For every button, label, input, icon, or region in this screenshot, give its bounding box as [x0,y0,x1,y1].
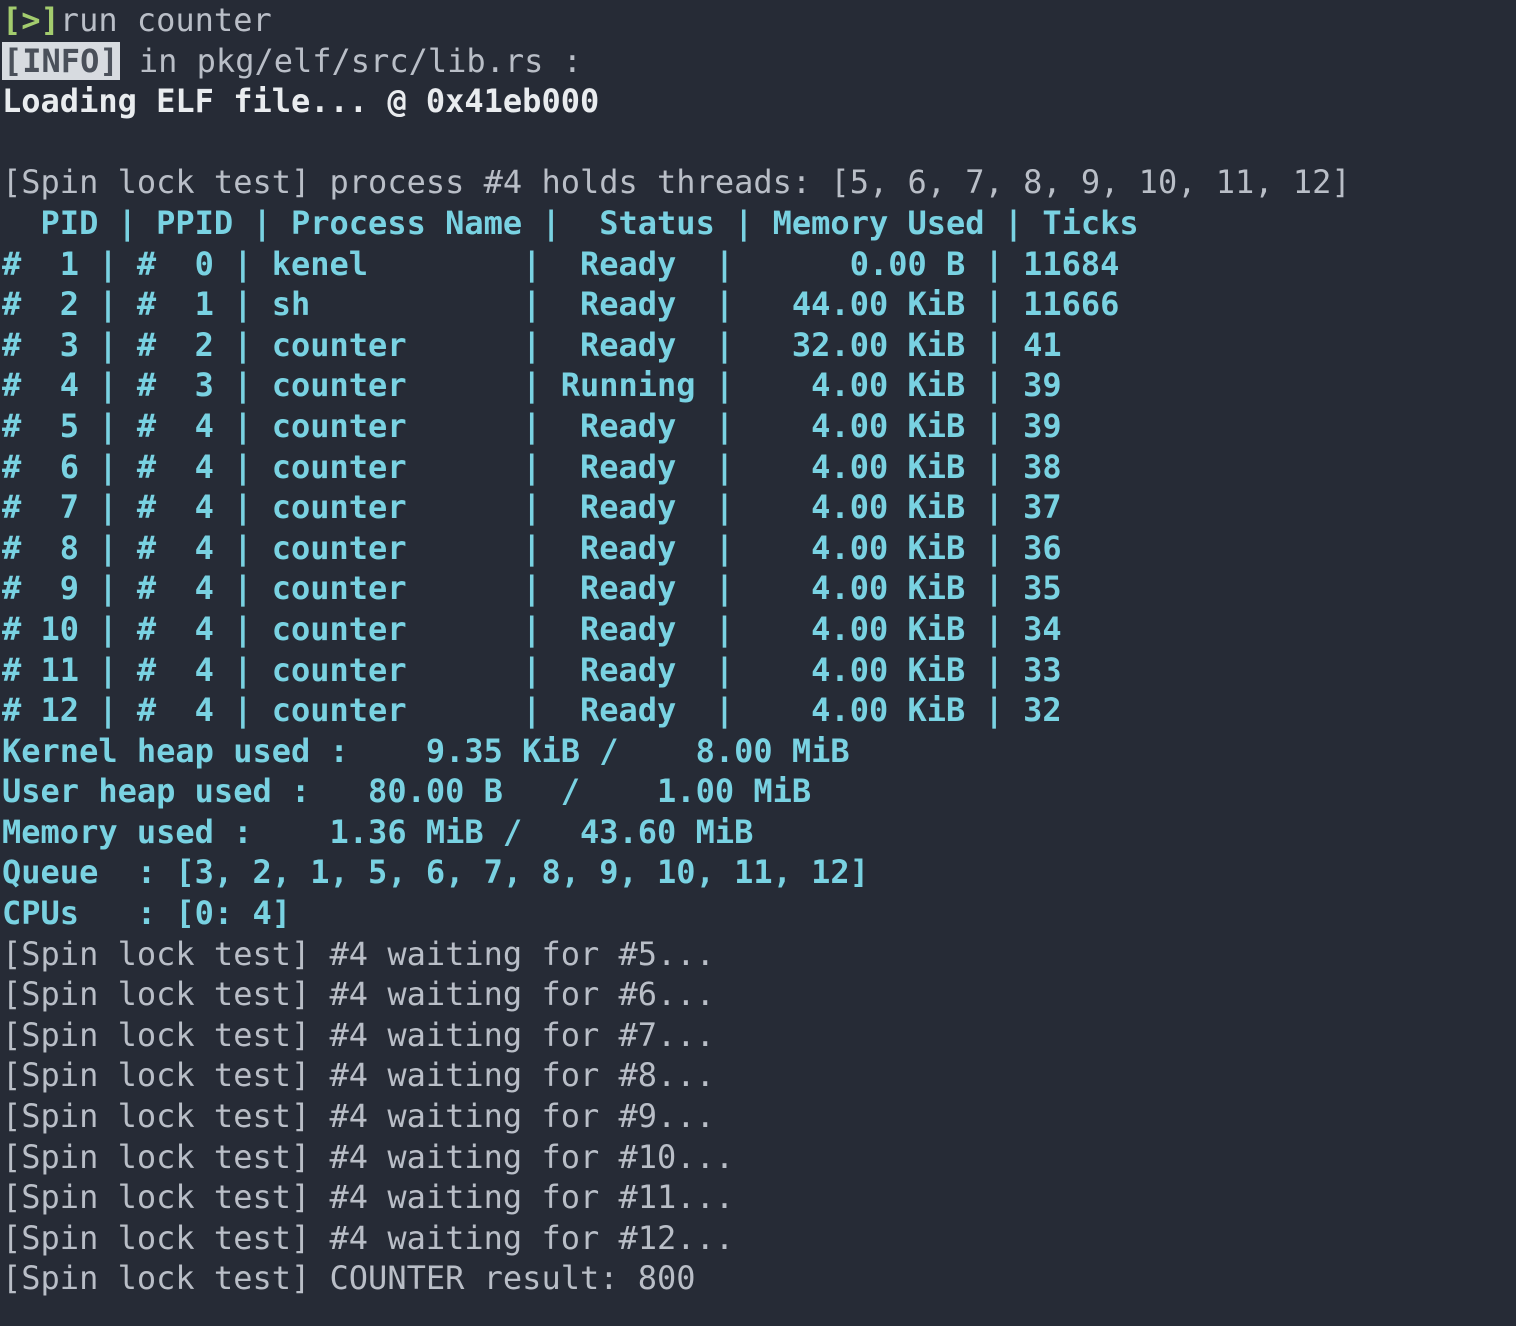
table-row[interactable]: # 12 | # 4 | counter | Ready | 4.00 KiB … [0,690,1516,731]
table-row-text: # 3 | # 2 | counter | Ready | 32.00 KiB … [2,325,1062,364]
prompt-command: run counter [59,1,272,39]
counter-result-text: [Spin lock test] COUNTER result: 800 [2,1259,696,1298]
log-location: in pkg/elf/src/lib.rs : [119,41,582,80]
list-item: [Spin lock test] #4 waiting for #9... [0,1096,1516,1137]
table-row-text: # 5 | # 4 | counter | Ready | 4.00 KiB |… [2,406,1062,445]
log-message: Loading ELF file... @ 0x41eb000 [2,82,600,121]
terminal-window[interactable]: [>]run counter [INFO] in pkg/elf/src/lib… [0,0,1516,1326]
spin-lock-output-text: [Spin lock test] #4 waiting for #12... [2,1218,735,1257]
memory-used-line: Memory used : 1.36 MiB / 43.60 MiB [0,812,1516,853]
user-heap-text: User heap used : 80.00 B / 1.00 MiB [2,772,812,811]
spin-lock-output-text: [Spin lock test] #4 waiting for #9... [2,1097,715,1136]
queue-line: Queue : [3, 2, 1, 5, 6, 7, 8, 9, 10, 11,… [0,852,1516,893]
spin-lock-header-text: [Spin lock test] process #4 holds thread… [2,163,1351,202]
cpus-text: CPUs : [0: 4] [2,894,291,933]
process-table-header-text: PID | PPID | Process Name | Status | Mem… [2,203,1139,242]
counter-result-line: [Spin lock test] COUNTER result: 800 [0,1258,1516,1299]
table-row[interactable]: # 8 | # 4 | counter | Ready | 4.00 KiB |… [0,528,1516,569]
table-row-text: # 2 | # 1 | sh | Ready | 44.00 KiB | 116… [2,285,1120,324]
user-heap-line: User heap used : 80.00 B / 1.00 MiB [0,771,1516,812]
spin-lock-output-text: [Spin lock test] #4 waiting for #6... [2,975,715,1014]
queue-text: Queue : [3, 2, 1, 5, 6, 7, 8, 9, 10, 11,… [2,853,869,892]
table-row-text: # 9 | # 4 | counter | Ready | 4.00 KiB |… [2,569,1062,608]
table-row-text: # 12 | # 4 | counter | Ready | 4.00 KiB … [2,691,1062,730]
table-row[interactable]: # 11 | # 4 | counter | Ready | 4.00 KiB … [0,650,1516,691]
table-row-text: # 1 | # 0 | kenel | Ready | 0.00 B | 116… [2,244,1120,283]
spin-lock-output-text: [Spin lock test] #4 waiting for #5... [2,934,715,973]
table-row-text: # 10 | # 4 | counter | Ready | 4.00 KiB … [2,609,1062,648]
spin-lock-header-line: [Spin lock test] process #4 holds thread… [0,162,1516,203]
table-row[interactable]: # 3 | # 2 | counter | Ready | 32.00 KiB … [0,325,1516,366]
table-row[interactable]: # 1 | # 0 | kenel | Ready | 0.00 B | 116… [0,244,1516,285]
list-item: [Spin lock test] #4 waiting for #8... [0,1055,1516,1096]
spin-lock-output-text: [Spin lock test] #4 waiting for #8... [2,1056,715,1095]
list-item: [Spin lock test] #4 waiting for #7... [0,1015,1516,1056]
table-row-text: # 6 | # 4 | counter | Ready | 4.00 KiB |… [2,447,1062,486]
spin-lock-output-text: [Spin lock test] #4 waiting for #11... [2,1178,735,1217]
process-table-header: PID | PPID | Process Name | Status | Mem… [0,203,1516,244]
table-row[interactable]: # 2 | # 1 | sh | Ready | 44.00 KiB | 116… [0,284,1516,325]
table-row-text: # 4 | # 3 | counter | Running | 4.00 KiB… [2,366,1062,405]
table-row-text: # 11 | # 4 | counter | Ready | 4.00 KiB … [2,650,1062,689]
list-item: [Spin lock test] #4 waiting for #12... [0,1218,1516,1259]
list-item: [Spin lock test] #4 waiting for #5... [0,934,1516,975]
spin-lock-output-text: [Spin lock test] #4 waiting for #7... [2,1015,715,1054]
log-level-badge: [INFO] [2,41,120,80]
prompt-marker: [>] [2,1,60,39]
spin-lock-output-text: [Spin lock test] #4 waiting for #10... [2,1137,735,1176]
kernel-heap-line: Kernel heap used : 9.35 KiB / 8.00 MiB [0,731,1516,772]
table-row[interactable]: # 7 | # 4 | counter | Ready | 4.00 KiB |… [0,487,1516,528]
table-row[interactable]: # 10 | # 4 | counter | Ready | 4.00 KiB … [0,609,1516,650]
prompt-line: [>]run counter [0,0,1516,41]
memory-used-text: Memory used : 1.36 MiB / 43.60 MiB [2,812,754,851]
table-row[interactable]: # 9 | # 4 | counter | Ready | 4.00 KiB |… [0,568,1516,609]
log-info-line: [INFO] in pkg/elf/src/lib.rs : [0,41,1516,82]
table-row[interactable]: # 4 | # 3 | counter | Running | 4.00 KiB… [0,365,1516,406]
list-item: [Spin lock test] #4 waiting for #6... [0,974,1516,1015]
list-item: [Spin lock test] #4 waiting for #10... [0,1137,1516,1178]
table-row[interactable]: # 6 | # 4 | counter | Ready | 4.00 KiB |… [0,447,1516,488]
table-row[interactable]: # 5 | # 4 | counter | Ready | 4.00 KiB |… [0,406,1516,447]
list-item: [Spin lock test] #4 waiting for #11... [0,1177,1516,1218]
log-message-line: Loading ELF file... @ 0x41eb000 [0,81,1516,122]
cpus-line: CPUs : [0: 4] [0,893,1516,934]
table-row-text: # 8 | # 4 | counter | Ready | 4.00 KiB |… [2,528,1062,567]
kernel-heap-text: Kernel heap used : 9.35 KiB / 8.00 MiB [2,731,850,770]
table-row-text: # 7 | # 4 | counter | Ready | 4.00 KiB |… [2,488,1062,527]
